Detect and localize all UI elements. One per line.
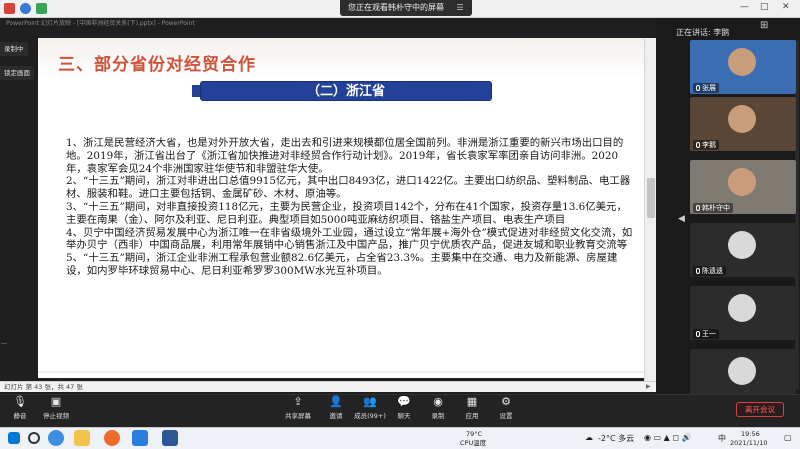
microphone-icon: [696, 268, 700, 274]
cpu-temp-label: CPU温度: [460, 439, 487, 447]
slide-title: 三、部分省份对经贸合作: [58, 55, 256, 75]
record-indicator[interactable]: 录制中: [0, 42, 28, 56]
microphone-icon: [696, 85, 700, 91]
participant-name-text: 韩朴守中: [702, 204, 730, 212]
share-screen-icon: ⇪: [293, 395, 303, 408]
maximize-button[interactable]: □: [760, 2, 769, 12]
participant-name: 王一: [693, 329, 719, 339]
clock-time[interactable]: 19:56: [741, 430, 760, 438]
ppt-window-title: PowerPoint 幻灯片放映 - [中国非洲经贸关系(下).pptx] - …: [6, 20, 195, 27]
system-top-bar: 您正在观看韩朴守中的屏幕 ☰ — □ ✕: [0, 0, 800, 18]
paragraph-2: 2、“十三五”期间，浙江对非进出口总值9915亿元，其中出口8493亿，进口14…: [66, 175, 631, 201]
camera-icon: ▣: [50, 395, 62, 408]
avatar: [728, 294, 756, 322]
share-screen-button[interactable]: ⇪ 共享屏幕: [278, 395, 318, 420]
slide-subheading: （二）浙江省: [200, 81, 492, 101]
active-speaker-label: 正在讲话: 李鹅: [676, 28, 730, 37]
participant-tile[interactable]: 张展: [690, 40, 796, 94]
paragraph-3: 3、“十三五”期间，对非直接投资118亿元，主要为民营企业，投资项目142个，分…: [66, 200, 627, 226]
gear-icon: ⚙: [501, 395, 511, 408]
participant-name: 张展: [693, 83, 719, 93]
slide-scrollbar[interactable]: [644, 38, 656, 381]
file-explorer-icon[interactable]: [74, 430, 90, 446]
avatar: [728, 168, 756, 196]
lock-label: 锁定画面: [4, 69, 30, 77]
paragraph-4: 4、贝宁中国经济贸易发展中心为浙江唯一在非省级境外工业园，通过设立“常年展+海外…: [66, 226, 633, 252]
mute-button[interactable]: 🎙 静音: [0, 395, 40, 420]
microphone-icon: 🎙: [13, 395, 27, 408]
participant-name-text: 王一: [702, 330, 716, 338]
weather-icon[interactable]: ☁: [585, 433, 593, 442]
gallery-view-icon[interactable]: ⊞: [760, 20, 768, 31]
ime-indicator[interactable]: 中: [718, 433, 726, 444]
scroll-right-icon[interactable]: ▶: [646, 382, 651, 392]
settings-button[interactable]: ⚙ 设置: [486, 395, 526, 420]
mute-label: 静音: [13, 412, 27, 420]
share-label: 共享屏幕: [285, 412, 311, 420]
leave-meeting-button[interactable]: 离开会议: [736, 402, 784, 417]
participant-name: 韩朴守中: [693, 203, 733, 213]
word-icon[interactable]: [162, 430, 178, 446]
slide-counter: 幻灯片 第 43 张，共 47 张: [4, 383, 83, 391]
status-bar: 幻灯片 第 43 张，共 47 张 ▶: [0, 381, 656, 392]
paragraph-1: 1、浙江是民营经济大省，也是对外开放大省，走出去和引进来规模都位居全国前列。非洲…: [66, 137, 624, 175]
windows-start-icon[interactable]: [8, 432, 20, 444]
close-button[interactable]: ✕: [782, 2, 790, 12]
paragraph-5: 5、“十三五”期间，浙江企业非洲工程承包营业额82.6亿美元，占全省23.3%。…: [66, 252, 618, 277]
participant-name-text: 李鹅: [702, 141, 716, 149]
slide-corner-mark: —: [1, 340, 7, 347]
search-icon[interactable]: [28, 432, 40, 444]
share-banner: 您正在观看韩朴守中的屏幕 ☰: [340, 0, 472, 16]
notification-icon[interactable]: ▢: [784, 433, 792, 442]
participant-name-text: 张展: [702, 84, 716, 92]
microphone-icon: [696, 331, 700, 337]
stop-video-label: 停止视频: [43, 412, 69, 420]
edge-browser-icon[interactable]: [48, 430, 64, 446]
share-banner-text: 您正在观看韩朴守中的屏幕: [348, 3, 444, 12]
participant-tile[interactable]: 陈遗遗: [690, 223, 796, 277]
participant-tile[interactable]: 王一: [690, 286, 796, 340]
avatar: [728, 357, 756, 385]
shield-icon: [20, 3, 31, 14]
avatar: [728, 231, 756, 259]
record-label: 录制中: [4, 45, 24, 53]
microphone-icon: [696, 142, 700, 148]
meeting-app-icon[interactable]: [132, 430, 148, 446]
slide-body: 1、浙江是民营经济大省，也是对外开放大省，走出去和引进来规模都位居全国前列。非洲…: [66, 137, 634, 278]
clock-date[interactable]: 2021/11/10: [730, 439, 767, 447]
microphone-icon: [696, 205, 700, 211]
banner-menu-icon[interactable]: ☰: [457, 0, 464, 16]
signal-icon: [36, 3, 47, 14]
subheading-tab: [192, 85, 200, 97]
firefox-icon[interactable]: [104, 430, 120, 446]
minimize-button[interactable]: —: [740, 2, 749, 12]
settings-label: 设置: [499, 412, 513, 420]
participant-name: 陈遗遗: [693, 266, 726, 276]
cpu-temp-value: 79°C: [466, 430, 483, 438]
participant-tile[interactable]: 韩朴守中: [690, 160, 796, 214]
scrollbar-thumb[interactable]: [647, 178, 655, 218]
collapse-panel-icon[interactable]: ◀: [678, 214, 685, 224]
tray-icons[interactable]: ◉ ▭ ▲ ◻ 🔊: [644, 433, 691, 442]
participant-name: 李鹅: [693, 140, 719, 150]
stop-video-button[interactable]: ▣ 停止视频: [36, 395, 76, 420]
avatar: [728, 48, 756, 76]
avatar: [728, 105, 756, 133]
slide-footer-decoration: [38, 371, 644, 373]
weather-text[interactable]: -2°C 多云: [598, 433, 634, 444]
app-icon: [4, 3, 15, 14]
participant-tile[interactable]: 李鹅: [690, 97, 796, 151]
participant-name-text: 陈遗遗: [702, 267, 723, 275]
lock-screen-button[interactable]: 锁定画面: [0, 66, 34, 80]
